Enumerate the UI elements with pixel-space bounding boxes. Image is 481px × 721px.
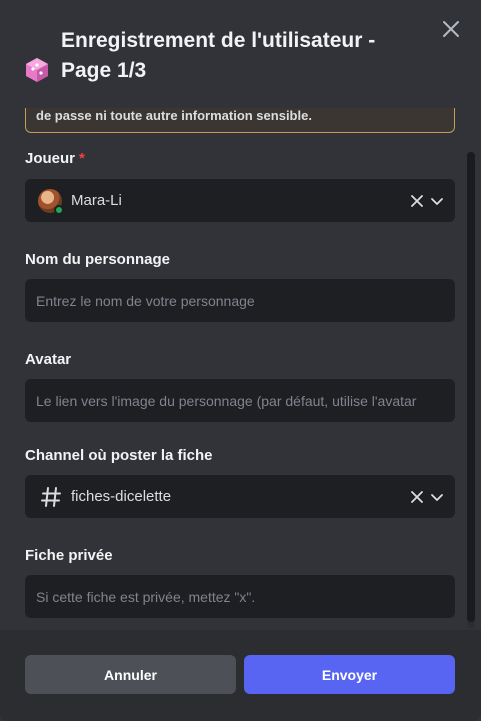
player-select[interactable]: Mara-Li [25, 179, 455, 222]
submit-button[interactable]: Envoyer [244, 655, 455, 694]
hash-icon [41, 487, 61, 507]
modal-footer: Annuler Envoyer [0, 630, 481, 721]
channel-select[interactable]: fiches-dicelette [25, 475, 455, 518]
avatar-label: Avatar [25, 351, 72, 368]
cancel-button[interactable]: Annuler [25, 655, 236, 694]
channel-label: Channel où poster la fiche [25, 447, 213, 464]
private-input[interactable] [25, 575, 455, 618]
player-label: Joueur * [25, 150, 85, 167]
modal-header: Enregistrement de l'utilisateur - Page 1… [0, 0, 481, 108]
scrollbar-thumb[interactable] [467, 152, 475, 622]
channel-select-value: fiches-dicelette [71, 488, 172, 505]
close-button[interactable] [436, 14, 466, 44]
player-select-value: Mara-Li [71, 192, 122, 209]
clear-icon[interactable] [409, 193, 425, 209]
avatar-input[interactable] [25, 379, 455, 422]
character-name-input[interactable] [25, 279, 455, 322]
close-icon [443, 21, 459, 37]
online-status-icon [54, 205, 64, 215]
chevron-down-icon[interactable] [430, 194, 444, 208]
clear-icon[interactable] [409, 489, 425, 505]
character-name-label: Nom du personnage [25, 251, 171, 268]
modal-body[interactable]: de passe ni toute autre information sens… [0, 108, 481, 630]
modal-dialog: Enregistrement de l'utilisateur - Page 1… [0, 0, 481, 721]
required-mark: * [79, 150, 85, 167]
warning-text: de passe ni toute autre information sens… [36, 108, 312, 123]
modal-title: Enregistrement de l'utilisateur - Page 1… [61, 29, 376, 82]
private-label: Fiche privée [25, 547, 113, 564]
chevron-down-icon[interactable] [430, 490, 444, 504]
dice-icon [26, 58, 48, 82]
player-label-text: Joueur [25, 150, 76, 167]
